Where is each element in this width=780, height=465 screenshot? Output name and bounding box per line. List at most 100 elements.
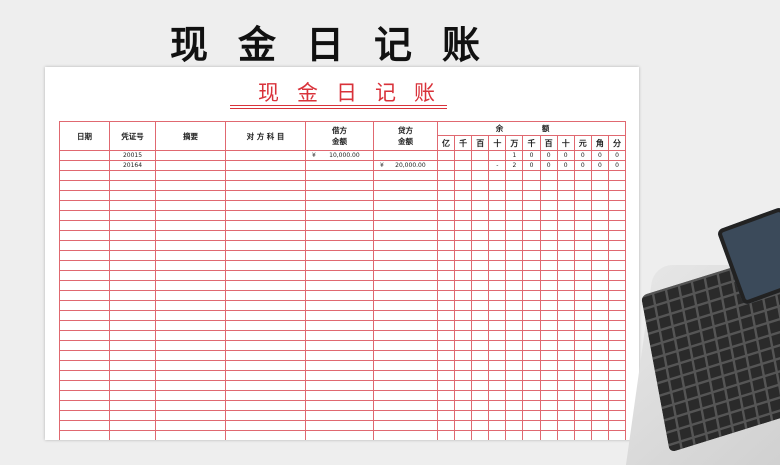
account-cell <box>225 200 306 211</box>
balance-digit-cell <box>539 310 558 321</box>
balance-digit-cell <box>607 310 627 321</box>
balance-digit-cell <box>556 260 575 271</box>
credit-cell <box>373 250 438 261</box>
balance-digit-cell <box>488 410 507 421</box>
summary-cell <box>155 220 226 231</box>
table-row <box>59 400 627 411</box>
balance-digit-cell <box>436 250 456 261</box>
balance-digit-cell <box>454 240 473 251</box>
balance-digit-cell <box>590 350 609 361</box>
title-underline <box>230 108 447 109</box>
balance-digit-cell <box>556 430 575 440</box>
balance-digit-cell <box>436 330 456 341</box>
balance-digit-cell <box>471 150 490 161</box>
account-cell <box>225 360 306 371</box>
balance-digit-cell <box>590 280 609 291</box>
balance-digit-cell <box>505 230 524 241</box>
summary-cell <box>155 350 226 361</box>
balance-digit-cell <box>556 170 575 181</box>
summary-cell <box>155 180 226 191</box>
balance-digit-cell <box>573 240 592 251</box>
balance-digit-cell <box>488 350 507 361</box>
balance-digit-cell <box>556 200 575 211</box>
summary-cell <box>155 230 226 241</box>
balance-digit-cell <box>454 290 473 301</box>
digit-header: 十 <box>556 135 575 151</box>
balance-digit-cell <box>607 270 627 281</box>
balance-digit-cell <box>573 260 592 271</box>
balance-digit-cell <box>505 240 524 251</box>
balance-digit-cell <box>454 260 473 271</box>
balance-digit-cell <box>436 240 456 251</box>
table-row <box>59 410 627 421</box>
balance-digit-cell <box>607 300 627 311</box>
balance-digit-cell <box>539 410 558 421</box>
balance-digit-cell <box>436 220 456 231</box>
balance-digit-cell <box>607 230 627 241</box>
account-cell <box>225 250 306 261</box>
voucher-cell <box>109 380 156 391</box>
balance-digit-cell <box>590 220 609 231</box>
credit-cell <box>373 400 438 411</box>
balance-digit-cell <box>607 190 627 201</box>
account-cell <box>225 190 306 201</box>
balance-digit-cell <box>556 400 575 411</box>
balance-digit-cell <box>488 290 507 301</box>
balance-digit-cell <box>607 250 627 261</box>
balance-digit-cell <box>573 300 592 311</box>
balance-digit-cell <box>556 320 575 331</box>
balance-digit-cell <box>607 420 627 431</box>
balance-digit-cell <box>522 420 541 431</box>
balance-digit-cell <box>607 410 627 421</box>
balance-digit-cell <box>607 180 627 191</box>
balance-digit-cell <box>454 230 473 241</box>
table-row <box>59 370 627 381</box>
balance-digit-cell <box>590 300 609 311</box>
balance-digit-cell <box>454 200 473 211</box>
balance-digit-cell <box>488 180 507 191</box>
account-cell <box>225 420 306 431</box>
balance-digit-cell <box>505 420 524 431</box>
account-cell <box>225 320 306 331</box>
credit-cell <box>373 420 438 431</box>
voucher-cell <box>109 430 156 440</box>
balance-digit-cell <box>556 360 575 371</box>
account-cell <box>225 410 306 421</box>
balance-digit-cell: 0 <box>590 160 609 171</box>
voucher-cell <box>109 350 156 361</box>
credit-cell <box>373 340 438 351</box>
table-row <box>59 170 627 181</box>
balance-digit-cell <box>471 220 490 231</box>
table-row <box>59 210 627 221</box>
balance-digit-cell <box>573 270 592 281</box>
debit-cell <box>305 240 374 251</box>
balance-digit-cell <box>573 360 592 371</box>
balance-digit-cell <box>556 250 575 261</box>
voucher-cell <box>109 230 156 241</box>
balance-digit-cell <box>454 370 473 381</box>
balance-digit-cell <box>573 170 592 181</box>
balance-digit-cell <box>607 260 627 271</box>
balance-digit-cell <box>436 300 456 311</box>
balance-digit-cell <box>505 270 524 281</box>
date-cell <box>59 230 110 241</box>
balance-digit-cell <box>539 250 558 261</box>
balance-digit-cell <box>488 360 507 371</box>
debit-cell <box>305 230 374 241</box>
balance-digit-cell <box>522 220 541 231</box>
summary-cell <box>155 240 226 251</box>
header-date: 日期 <box>59 121 110 151</box>
credit-value: 20,000.00 <box>395 162 426 169</box>
digit-header: 万 <box>505 135 524 151</box>
balance-digit-cell <box>607 360 627 371</box>
date-cell <box>59 240 110 251</box>
balance-digit-cell <box>436 200 456 211</box>
balance-digit-cell <box>607 340 627 351</box>
balance-digit-cell <box>505 410 524 421</box>
balance-digit-cell <box>573 180 592 191</box>
balance-digit-cell <box>471 360 490 371</box>
credit-cell <box>373 410 438 421</box>
balance-digit-cell <box>471 430 490 440</box>
balance-digit-cell <box>556 290 575 301</box>
balance-digit-cell <box>590 360 609 371</box>
